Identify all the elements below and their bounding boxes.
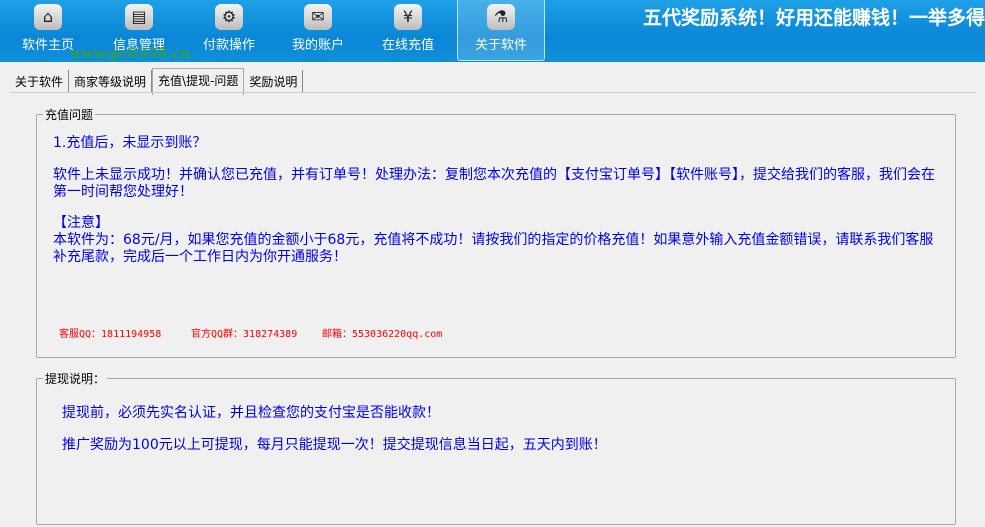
microscope-icon: ⚗	[487, 4, 515, 30]
withdraw-line-1: 提现前，必须先实名认证，并且检查您的支付宝是否能收款！	[62, 405, 440, 421]
note-title: 【注意】	[53, 215, 109, 231]
watermark: www.pc0359.cn	[70, 46, 191, 62]
nav-label: 我的账户	[291, 38, 344, 53]
nav-label: 关于软件	[474, 38, 527, 53]
support-qq: 客服QQ：1811194958	[59, 329, 162, 340]
email: 邮箱：553036220qq.com	[322, 329, 443, 340]
qq-group: 官方QQ群：318274389	[191, 329, 298, 340]
nav-button-4[interactable]: ¥ 在线充值	[365, 0, 451, 60]
nav-button-3[interactable]: ✉ 我的账户	[275, 0, 361, 60]
document-icon: ▤	[125, 4, 153, 30]
answer-1: 软件上未显示成功！并确认您已充值，并有订单号！处理办法：复制您本次充值的【支付宝…	[53, 167, 935, 200]
gear-icon: ⚙	[215, 4, 243, 30]
tab-about[interactable]: 关于软件	[10, 70, 70, 93]
nav-button-2[interactable]: ⚙ 付款操作	[186, 0, 272, 60]
nav-label: 付款操作	[202, 38, 255, 53]
recharge-group: 充值问题 1.充值后，未显示到账？ 软件上未显示成功！并确认您已充值，并有订单号…	[36, 106, 956, 358]
nav-label: 在线充值	[381, 38, 434, 53]
tab-recharge-withdraw[interactable]: 充值\提现-问题	[152, 68, 245, 95]
tab-merchant-levels[interactable]: 商家等级说明	[69, 70, 153, 93]
app-title: 五代奖励系统！好用还能赚钱！一举多得	[642, 7, 985, 29]
yen-icon: ¥	[394, 4, 422, 30]
withdraw-group: 提现说明： 提现前，必须先实名认证，并且检查您的支付宝是否能收款！ 推广奖励为1…	[36, 370, 956, 525]
nav-button-5[interactable]: ⚗ 关于软件	[457, 0, 545, 61]
mail-icon: ✉	[304, 4, 332, 30]
withdraw-group-label: 提现说明：	[43, 370, 108, 387]
tab-panel: 充值问题 1.充值后，未显示到账？ 软件上未显示成功！并确认您已充值，并有订单号…	[10, 92, 976, 527]
note-text: 本软件为：68元/月，如果您充值的金额小于68元，充值将不成功！请按我们的指定的…	[53, 232, 934, 265]
tab-rewards[interactable]: 奖励说明	[244, 70, 304, 93]
home-icon: ⌂	[34, 4, 62, 30]
header: ⌂ 软件主页 ▤ 信息管理 ⚙ 付款操作 ✉ 我的账户 ¥ 在线充值 ⚗ 关于软件 五代奖励系统！好用…	[0, 0, 985, 62]
question-1: 1.充值后，未显示到账？	[53, 135, 207, 151]
recharge-group-label: 充值问题	[43, 106, 96, 123]
tab-bar: 关于软件 商家等级说明 充值\提现-问题 奖励说明	[10, 68, 304, 95]
withdraw-line-2: 推广奖励为100元以上可提现，每月只能提现一次！提交提现信息当日起，五天内到账！	[62, 437, 607, 453]
